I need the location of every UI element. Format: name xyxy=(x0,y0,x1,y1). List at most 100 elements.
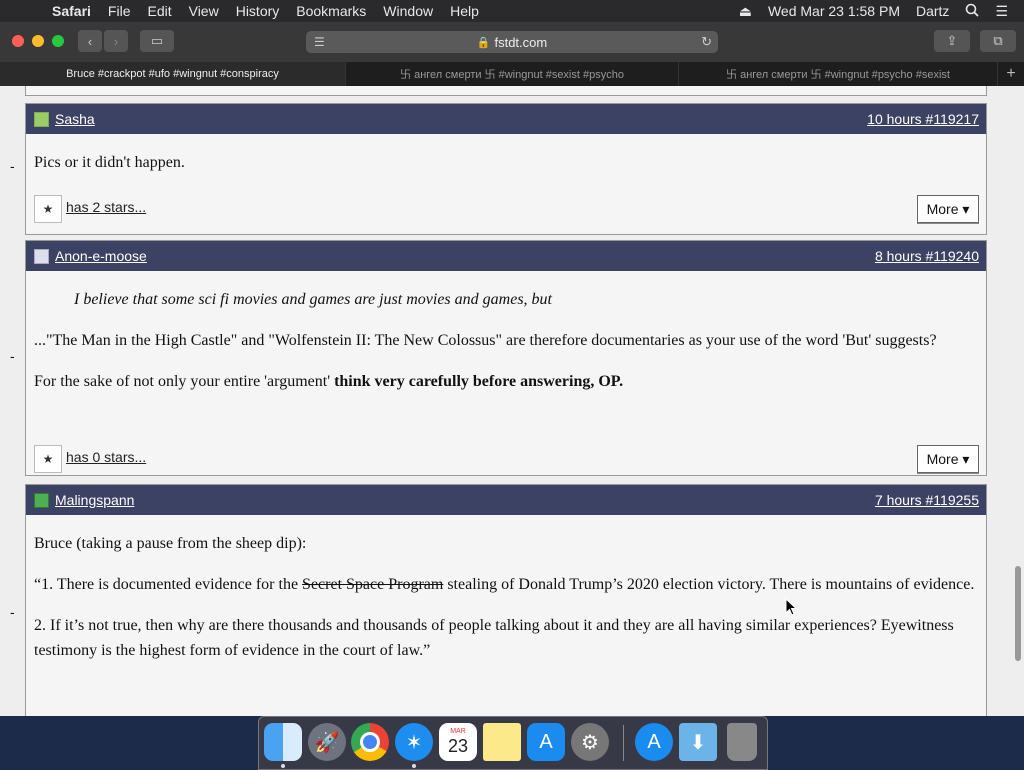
scrollbar[interactable] xyxy=(1015,566,1021,661)
eject-icon[interactable]: ⏏ xyxy=(739,3,752,20)
post-permalink[interactable]: 8 hours #119240 xyxy=(875,248,979,264)
calendar-icon[interactable]: MAR 23 xyxy=(439,723,477,761)
star-button[interactable]: ★ xyxy=(34,195,62,223)
menu-safari[interactable]: Safari xyxy=(52,3,91,19)
menu-window[interactable]: Window xyxy=(383,3,433,19)
launchpad-icon[interactable]: 🚀 xyxy=(308,723,346,761)
tabs-icon: ⧉ xyxy=(993,33,1003,48)
strikethrough-text: Secret Space Program xyxy=(302,576,444,593)
collapse-toggle[interactable]: - xyxy=(10,348,15,364)
more-button[interactable]: More ▾ xyxy=(917,195,979,223)
author-link[interactable]: Malingspann xyxy=(55,492,134,508)
system-preferences-icon[interactable]: ⚙ xyxy=(571,723,609,761)
new-tab-button[interactable]: + xyxy=(998,62,1024,86)
post-header: Sasha 10 hours #119217 xyxy=(26,104,986,134)
star-icon: ★ xyxy=(42,452,54,466)
url-text: fstdt.com xyxy=(494,34,548,50)
post-text: “1. There is documented evidence for the… xyxy=(34,572,978,597)
lock-icon: 🔒 xyxy=(476,36,491,49)
sidebar-icon: ▭ xyxy=(150,33,164,48)
chevron-right-icon: › xyxy=(113,33,119,49)
share-button[interactable]: ⇪ xyxy=(934,30,970,52)
post-footer: ★ has 2 stars... More ▾ xyxy=(26,191,986,225)
avatar xyxy=(34,111,49,127)
post-footer: ★ has 0 stars... More ▾ xyxy=(26,441,986,475)
post-119217: Sasha 10 hours #119217 Pics or it didn't… xyxy=(25,103,987,235)
close-window-icon[interactable] xyxy=(12,35,24,47)
menu-edit[interactable]: Edit xyxy=(147,3,171,19)
tab-3[interactable]: 卐 ангел смерти 卐 #wingnut #psycho #sexis… xyxy=(679,62,998,86)
notification-center-icon[interactable]: ☰ xyxy=(995,3,1008,20)
spotlight-search-icon[interactable] xyxy=(965,3,980,20)
back-button[interactable]: ‹ xyxy=(78,30,102,52)
menu-bar: Safari File Edit View History Bookmarks … xyxy=(0,0,1024,22)
menu-bookmarks[interactable]: Bookmarks xyxy=(296,3,366,19)
collapse-toggle[interactable]: - xyxy=(10,158,15,174)
mouse-cursor-icon xyxy=(785,598,797,616)
collapse-toggle[interactable]: - xyxy=(10,604,15,620)
web-page: Sasha 10 hours #119217 Pics or it didn't… xyxy=(0,86,1024,716)
safari-icon[interactable]: ✶ xyxy=(395,723,433,761)
avatar xyxy=(34,492,49,508)
chrome-icon[interactable] xyxy=(351,723,389,761)
menu-file[interactable]: File xyxy=(108,3,131,19)
post-permalink[interactable]: 10 hours #119217 xyxy=(867,111,979,127)
running-indicator xyxy=(412,764,416,768)
post-119240: Anon-e-moose 8 hours #119240 I believe t… xyxy=(25,240,987,476)
author-link[interactable]: Sasha xyxy=(55,111,95,127)
reload-icon[interactable]: ↻ xyxy=(701,34,712,50)
dock-separator xyxy=(623,725,624,761)
post-text-plain: For the sake of not only your entire 'ar… xyxy=(34,373,335,390)
dock: 🚀 ✶ MAR 23 A ⚙ A ⬇ xyxy=(258,716,768,770)
post-body: I believe that some sci fi movies and ga… xyxy=(26,271,986,394)
zoom-window-icon[interactable] xyxy=(52,35,64,47)
running-indicator xyxy=(281,764,285,768)
post-body: Pics or it didn't happen. xyxy=(26,134,986,175)
star-icon: ★ xyxy=(42,202,54,216)
post-text: Pics or it didn't happen. xyxy=(34,154,185,171)
post-header: Malingspann 7 hours #119255 xyxy=(26,485,986,515)
address-bar[interactable]: ☰ 🔒 fstdt.com ↻ xyxy=(306,31,718,53)
post-119255: Malingspann 7 hours #119255 Bruce (takin… xyxy=(25,484,987,716)
reader-view-icon[interactable]: ☰ xyxy=(314,35,325,49)
post-text-plain: stealing of Donald Trump’s 2020 election… xyxy=(443,576,975,593)
post-text: ..."The Man in the High Castle" and "Wol… xyxy=(34,332,937,349)
share-icon: ⇪ xyxy=(946,33,958,48)
tab-2[interactable]: 卐 ангел смерти 卐 #wingnut #sexist #psych… xyxy=(346,62,679,86)
post-permalink[interactable]: 7 hours #119255 xyxy=(875,492,979,508)
trash-icon[interactable] xyxy=(727,723,757,761)
tab-bar: Bruce #crackpot #ufo #wingnut #conspirac… xyxy=(0,62,1024,86)
stars-count-link[interactable]: has 2 stars... xyxy=(66,199,146,215)
post-text: Bruce (taking a pause from the sheep dip… xyxy=(34,535,307,552)
post-text-bold: think very carefully before answering, O… xyxy=(334,373,624,390)
post-body: Bruce (taking a pause from the sheep dip… xyxy=(26,515,986,663)
forward-button[interactable]: › xyxy=(104,30,128,52)
calendar-day: 23 xyxy=(447,736,469,756)
minimize-window-icon[interactable] xyxy=(32,35,44,47)
clock[interactable]: Wed Mar 23 1:58 PM xyxy=(768,3,900,19)
downloads-folder-icon[interactable]: ⬇ xyxy=(679,723,717,761)
post-text-plain: “1. There is documented evidence for the xyxy=(34,576,303,593)
calendar-month: MAR xyxy=(450,728,466,735)
author-link[interactable]: Anon-e-moose xyxy=(55,248,147,264)
post-text: 2. If it’s not true, then why are there … xyxy=(34,617,954,659)
tab-1[interactable]: Bruce #crackpot #ufo #wingnut #conspirac… xyxy=(0,62,346,86)
menu-view[interactable]: View xyxy=(189,3,219,19)
finder-icon[interactable] xyxy=(264,723,302,761)
post-header: Anon-e-moose 8 hours #119240 xyxy=(26,241,986,271)
post-text: For the sake of not only your entire 'ar… xyxy=(34,369,978,394)
menu-history[interactable]: History xyxy=(236,3,280,19)
menu-help[interactable]: Help xyxy=(450,3,479,19)
app-store-icon[interactable]: A xyxy=(527,723,565,761)
notes-icon[interactable] xyxy=(483,723,521,761)
quoted-text: I believe that some sci fi movies and ga… xyxy=(74,291,552,308)
app-store-icon[interactable]: A xyxy=(635,723,673,761)
user-name[interactable]: Dartz xyxy=(916,3,949,19)
tab-overview-button[interactable]: ⧉ xyxy=(980,30,1016,52)
chevron-left-icon: ‹ xyxy=(87,33,93,49)
more-button[interactable]: More ▾ xyxy=(917,445,979,473)
avatar xyxy=(34,248,49,264)
star-button[interactable]: ★ xyxy=(34,445,62,473)
sidebar-toggle-button[interactable]: ▭ xyxy=(140,30,174,52)
stars-count-link[interactable]: has 0 stars... xyxy=(66,449,146,465)
